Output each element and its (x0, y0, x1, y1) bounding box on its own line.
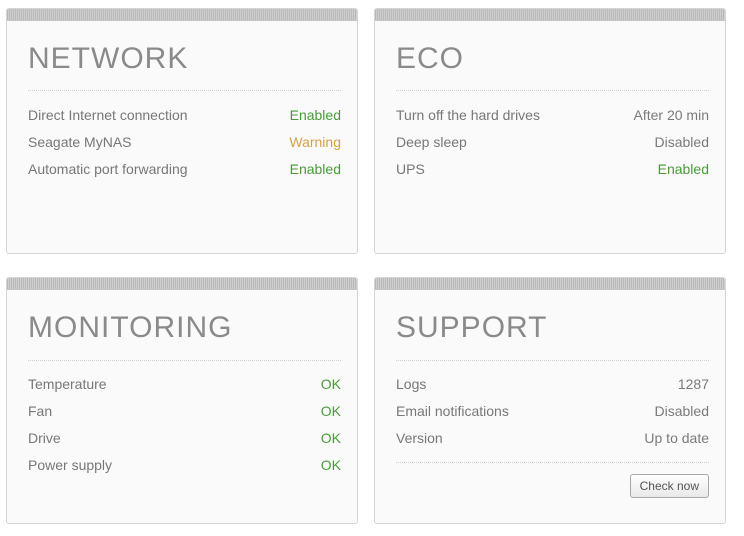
panel-header-bar (375, 278, 725, 290)
monitoring-row-temperature: Temperature OK (28, 370, 341, 397)
support-row-logs: Logs 1287 (396, 370, 709, 397)
status-value: Disabled (654, 402, 709, 419)
status-value: Disabled (654, 133, 709, 150)
panel-header-bar (7, 278, 357, 290)
status-value: 1287 (677, 375, 709, 392)
row-label: Fan (28, 402, 53, 419)
status-value: Enabled (289, 160, 341, 177)
support-status-list: Logs 1287 Email notifications Disabled V… (396, 370, 709, 451)
support-row-version: Version Up to date (396, 424, 709, 451)
network-title: NETWORK (28, 42, 189, 75)
status-value: Enabled (289, 106, 341, 123)
row-label: Drive (28, 429, 61, 446)
eco-title: ECO (396, 42, 465, 75)
title-divider (28, 90, 341, 91)
row-label: Turn off the hard drives (396, 106, 540, 123)
row-label: Direct Internet connection (28, 106, 188, 123)
support-row-email-notifications: Email notifications Disabled (396, 397, 709, 424)
eco-row-hard-drives: Turn off the hard drives After 20 min (396, 101, 709, 128)
row-label: UPS (396, 160, 425, 177)
status-value: Up to date (644, 429, 709, 446)
status-value: OK (320, 429, 341, 446)
check-now-button[interactable]: Check now (629, 474, 709, 498)
status-value: OK (320, 402, 341, 419)
status-value: OK (320, 375, 341, 392)
eco-panel: ECO Turn off the hard drives After 20 mi… (374, 8, 726, 254)
row-label: Power supply (28, 456, 113, 473)
status-value: After 20 min (633, 106, 709, 123)
title-divider (28, 360, 341, 361)
network-row-direct-internet: Direct Internet connection Enabled (28, 101, 341, 128)
network-row-port-forwarding: Automatic port forwarding Enabled (28, 155, 341, 182)
row-label: Temperature (28, 375, 107, 392)
row-label: Version (396, 429, 443, 446)
network-row-mynas: Seagate MyNAS Warning (28, 128, 341, 155)
title-divider (396, 90, 709, 91)
monitoring-title: MONITORING (28, 311, 233, 344)
eco-status-list: Turn off the hard drives After 20 min De… (396, 101, 709, 182)
monitoring-status-list: Temperature OK Fan OK Drive OK Power sup… (28, 370, 341, 478)
eco-row-ups: UPS Enabled (396, 155, 709, 182)
network-status-list: Direct Internet connection Enabled Seaga… (28, 101, 341, 182)
support-panel: SUPPORT Logs 1287 Email notifications Di… (374, 277, 726, 524)
monitoring-panel: MONITORING Temperature OK Fan OK Drive O… (6, 277, 358, 524)
title-divider (396, 360, 709, 361)
row-label: Automatic port forwarding (28, 160, 188, 177)
support-title: SUPPORT (396, 311, 548, 344)
status-value: Warning (289, 133, 341, 150)
monitoring-row-drive: Drive OK (28, 424, 341, 451)
row-label: Logs (396, 375, 427, 392)
monitoring-row-fan: Fan OK (28, 397, 341, 424)
network-panel: NETWORK Direct Internet connection Enabl… (6, 8, 358, 254)
panel-header-bar (7, 9, 357, 21)
status-value: Enabled (657, 160, 709, 177)
monitoring-row-power-supply: Power supply OK (28, 451, 341, 478)
row-label: Seagate MyNAS (28, 133, 132, 150)
panel-header-bar (375, 9, 725, 21)
actions-divider (396, 462, 709, 463)
eco-row-deep-sleep: Deep sleep Disabled (396, 128, 709, 155)
row-label: Email notifications (396, 402, 509, 419)
status-value: OK (320, 456, 341, 473)
row-label: Deep sleep (396, 133, 467, 150)
